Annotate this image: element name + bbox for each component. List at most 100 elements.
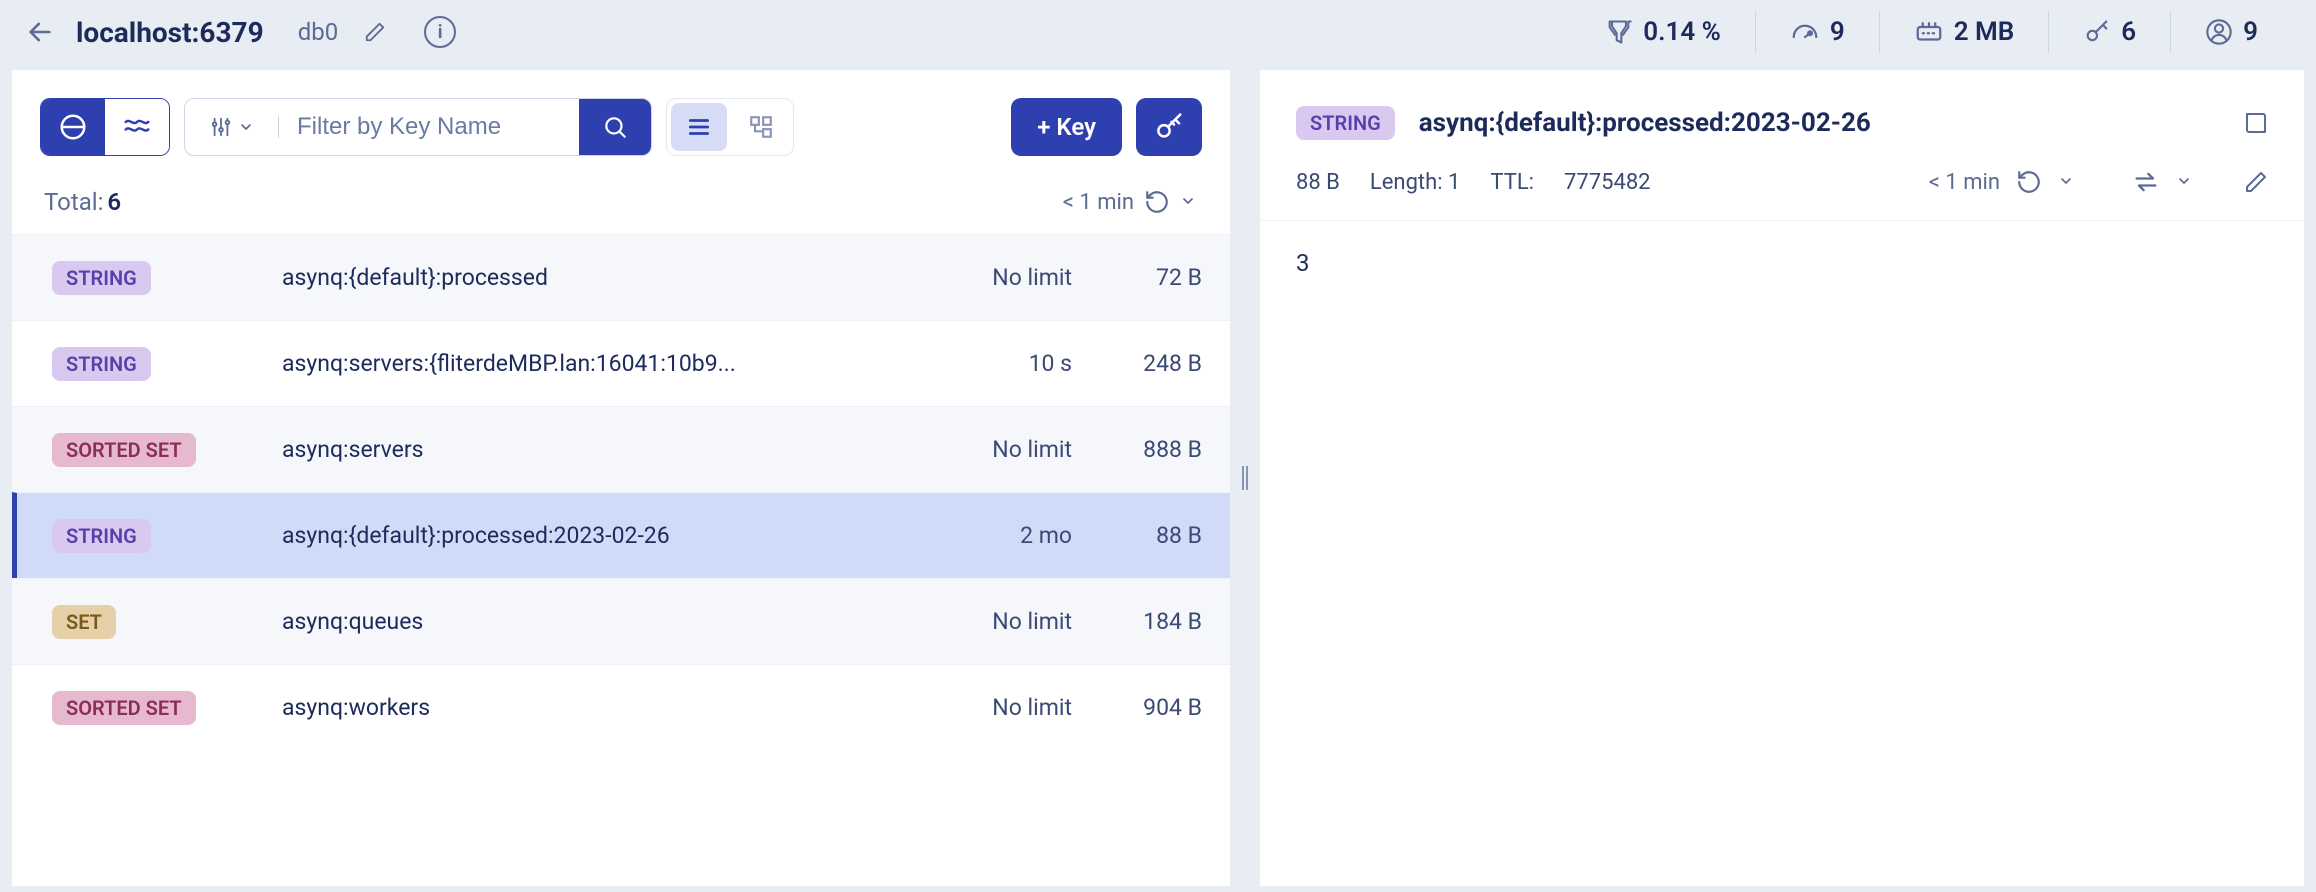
detail-pane: STRING asynq:{default}:processed:2023-02… — [1260, 70, 2304, 886]
app-header: localhost:6379 db0 i 0.14 % 9 2 MB 6 — [0, 0, 2316, 64]
stat-cpu-value: 0.14 % — [1643, 17, 1721, 47]
key-size: 72 B — [1072, 264, 1202, 291]
pane-splitter[interactable] — [1230, 70, 1260, 886]
tree-icon — [748, 114, 774, 140]
back-button[interactable] — [24, 16, 56, 48]
scan-mode-pattern[interactable] — [105, 99, 169, 155]
key-name: asynq:servers:{fliterdeMBP.lan:16041:10b… — [282, 350, 892, 377]
header-stats: 0.14 % 9 2 MB 6 9 — [1571, 0, 2292, 64]
filter-type-dropdown[interactable] — [185, 116, 279, 138]
key-ttl: 2 mo — [892, 522, 1072, 549]
stat-ops: 9 — [1756, 10, 1879, 54]
swap-icon — [2132, 168, 2160, 196]
detail-ttl-value: 7775482 — [1564, 170, 1651, 195]
key-list: STRINGasynq:{default}:processedNo limit7… — [12, 234, 1230, 886]
detail-refresh-age: < 1 min — [1929, 170, 2000, 195]
target-icon — [58, 112, 88, 142]
key-row[interactable]: SORTED SETasynq:workersNo limit904 B — [12, 664, 1230, 750]
expand-button[interactable] — [2244, 111, 2268, 135]
db-name: db0 — [298, 18, 339, 46]
stat-cpu: 0.14 % — [1571, 10, 1755, 54]
detail-refresh-button[interactable] — [2016, 169, 2042, 195]
user-icon — [2205, 18, 2233, 46]
key-size: 184 B — [1072, 608, 1202, 635]
key-type-badge: SET — [52, 605, 116, 639]
keys-pane: + Key Total: 6 < 1 min STRINGasynq:{defa… — [12, 70, 1230, 886]
main-split: + Key Total: 6 < 1 min STRINGasynq:{defa… — [0, 64, 2316, 892]
detail-ttl-label: TTL: — [1490, 170, 1534, 195]
key-size: 888 B — [1072, 436, 1202, 463]
header-left: localhost:6379 db0 i — [24, 16, 456, 49]
stat-keys-value: 6 — [2121, 17, 2136, 47]
key-row[interactable]: STRINGasynq:{default}:processed:2023-02-… — [12, 492, 1230, 578]
detail-value: 3 — [1260, 221, 2304, 305]
stat-clients-value: 9 — [2243, 17, 2258, 47]
host-title: localhost:6379 — [76, 16, 264, 49]
detail-length: Length: 1 — [1370, 170, 1460, 195]
key-row[interactable]: STRING asynq:servers:{fliterdeMBP.lan:160… — [12, 320, 1230, 406]
key-name: asynq:{default}:processed — [282, 264, 892, 291]
stat-memory-value: 2 MB — [1954, 17, 2015, 47]
key-ttl: No limit — [892, 436, 1072, 463]
keys-toolbar: + Key — [12, 70, 1230, 174]
total-value: 6 — [107, 188, 121, 216]
total-label: Total: — [44, 188, 103, 216]
search-icon — [602, 114, 628, 140]
bulk-actions-button[interactable] — [1136, 98, 1202, 156]
view-tree[interactable] — [733, 103, 789, 151]
chevron-down-icon — [1180, 193, 1196, 209]
detail-edit-button[interactable] — [2244, 170, 2268, 194]
add-key-button[interactable]: + Key — [1011, 98, 1122, 156]
key-name: asynq:{default}:processed:2023-02-26 — [282, 522, 892, 549]
detail-key-name: asynq:{default}:processed:2023-02-26 — [1419, 108, 1871, 138]
detail-swap-options[interactable] — [2176, 173, 2194, 191]
key-row[interactable]: SETasynq:queuesNo limit184 B — [12, 578, 1230, 664]
detail-refresh-options[interactable] — [2058, 173, 2076, 191]
scan-mode-exact[interactable] — [41, 99, 105, 155]
refresh-icon — [1144, 189, 1170, 215]
detail-swap-button[interactable] — [2132, 168, 2160, 196]
key-ttl: 10 s — [892, 350, 1072, 377]
key-ttl: No limit — [892, 694, 1072, 721]
waves-icon — [122, 112, 152, 142]
key-size: 88 B — [1072, 522, 1202, 549]
refresh-options[interactable] — [1180, 193, 1198, 211]
key-row[interactable]: STRING asynq:{default}:processedNo limit7… — [12, 234, 1230, 320]
view-mode-toggle — [666, 98, 794, 156]
pencil-icon — [364, 21, 386, 43]
gauge-icon — [1790, 17, 1820, 47]
add-key-label: + Key — [1037, 113, 1096, 141]
edit-db-button[interactable] — [364, 21, 386, 43]
key-type-badge: SORTED SET — [52, 691, 196, 725]
key-solid-icon — [1154, 112, 1184, 142]
info-button[interactable]: i — [424, 16, 456, 48]
filter-group — [184, 98, 652, 156]
key-size: 904 B — [1072, 694, 1202, 721]
stat-clients: 9 — [2171, 10, 2292, 54]
pencil-icon — [2244, 170, 2268, 194]
search-button[interactable] — [579, 99, 651, 155]
refresh-button[interactable] — [1144, 189, 1170, 215]
memory-icon — [1914, 17, 1944, 47]
key-type-badge: STRING — [52, 347, 151, 381]
key-name: asynq:queues — [282, 608, 892, 635]
key-name: asynq:servers — [282, 436, 892, 463]
key-ttl: No limit — [892, 264, 1072, 291]
stat-ops-value: 9 — [1830, 17, 1845, 47]
scan-mode-toggle — [40, 98, 170, 156]
view-list[interactable] — [671, 103, 727, 151]
stat-memory: 2 MB — [1880, 10, 2049, 54]
refresh-icon — [2016, 169, 2042, 195]
key-size: 248 B — [1072, 350, 1202, 377]
chevron-down-icon — [2176, 173, 2192, 189]
key-icon — [2083, 18, 2111, 46]
key-type-badge: STRING — [52, 261, 151, 295]
refresh-age: < 1 min — [1063, 190, 1134, 215]
detail-type-badge: STRING — [1296, 106, 1395, 140]
detail-size: 88 B — [1296, 170, 1340, 195]
detail-meta-right: < 1 min — [1929, 168, 2268, 196]
chevron-down-icon — [2058, 173, 2074, 189]
key-row[interactable]: SORTED SETasynq:serversNo limit888 B — [12, 406, 1230, 492]
filter-input[interactable] — [279, 113, 579, 141]
funnel-icon — [1605, 18, 1633, 46]
